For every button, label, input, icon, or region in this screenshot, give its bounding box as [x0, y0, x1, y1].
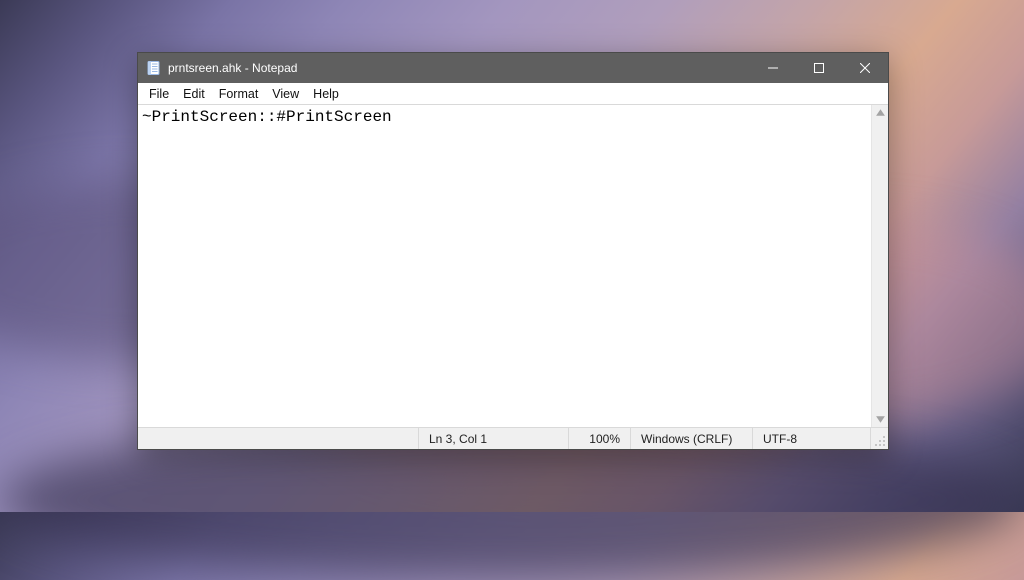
minimize-button[interactable] [750, 53, 796, 83]
status-encoding: UTF-8 [752, 428, 870, 449]
maximize-button[interactable] [796, 53, 842, 83]
statusbar: Ln 3, Col 1 100% Windows (CRLF) UTF-8 [138, 427, 888, 449]
notepad-window: prntsreen.ahk - Notepad File Edit Format… [137, 52, 889, 450]
notepad-icon [146, 60, 162, 76]
status-zoom: 100% [568, 428, 630, 449]
menu-format[interactable]: Format [212, 85, 266, 103]
scroll-up-icon [875, 107, 886, 118]
menu-help[interactable]: Help [306, 85, 346, 103]
editor-area [138, 105, 888, 427]
scroll-down-icon [875, 414, 886, 425]
status-position: Ln 3, Col 1 [418, 428, 568, 449]
window-title: prntsreen.ahk - Notepad [168, 61, 297, 75]
vertical-scrollbar[interactable] [871, 105, 888, 427]
close-button[interactable] [842, 53, 888, 83]
status-eol: Windows (CRLF) [630, 428, 752, 449]
text-editor[interactable] [138, 105, 871, 427]
menubar: File Edit Format View Help [138, 83, 888, 105]
titlebar[interactable]: prntsreen.ahk - Notepad [138, 53, 888, 83]
menu-file[interactable]: File [142, 85, 176, 103]
menu-edit[interactable]: Edit [176, 85, 212, 103]
resize-grip[interactable] [870, 428, 888, 449]
menu-view[interactable]: View [265, 85, 306, 103]
